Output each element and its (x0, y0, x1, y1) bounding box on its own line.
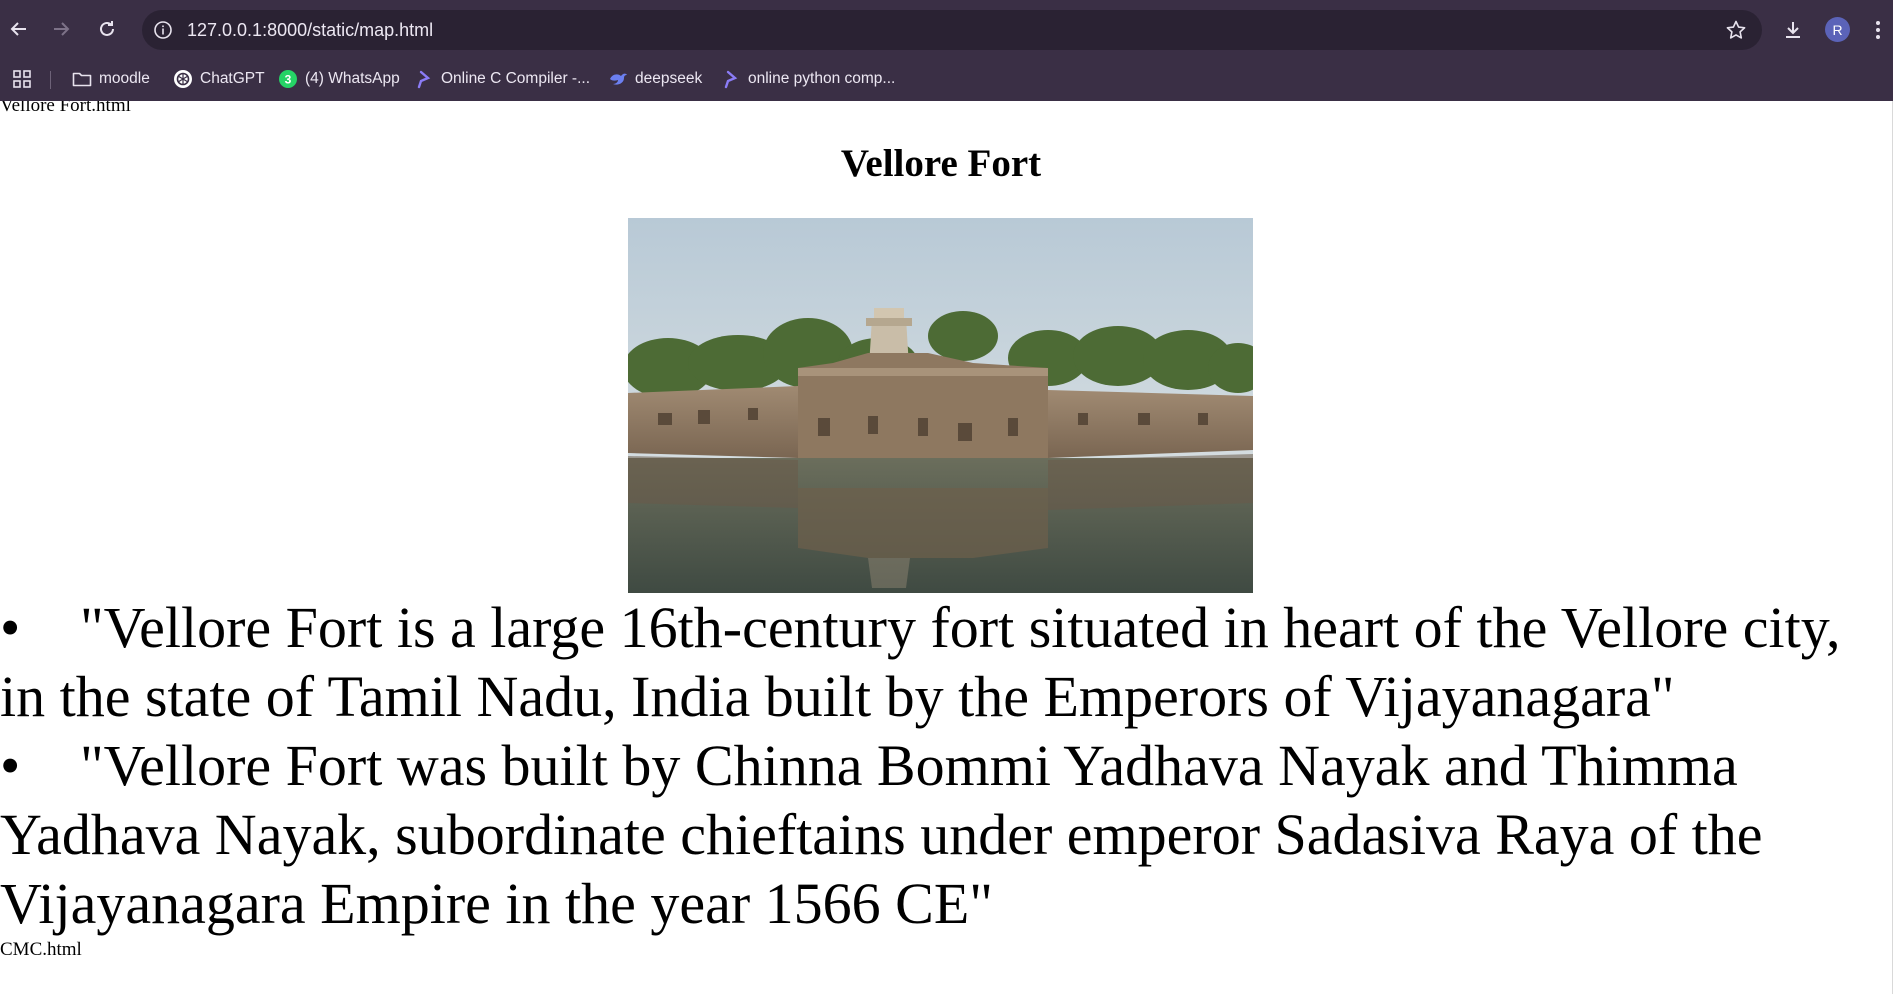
deepseek-icon (608, 69, 628, 89)
bullet-glyph: • (0, 733, 21, 798)
bookmark-label: Online C Compiler -... (441, 70, 591, 87)
bookmarks-divider (50, 71, 51, 89)
fact-text: "Vellore Fort is a large 16th-century fo… (0, 595, 1841, 729)
vellore-fort-link[interactable]: Vellore Fort.html (0, 101, 131, 117)
facts-list: • "Vellore Fort is a large 16th-century f… (0, 593, 1882, 938)
bookmark-online-python-compiler[interactable]: online python comp... (721, 66, 895, 92)
programiz-icon (721, 69, 741, 89)
fact-text: "Vellore Fort was built by Chinna Bommi … (0, 733, 1763, 936)
apps-grid-icon[interactable] (10, 67, 34, 91)
folder-icon (72, 69, 92, 89)
browser-toolbar: 127.0.0.1:8000/static/map.html R (0, 0, 1893, 58)
back-arrow-icon[interactable] (4, 14, 34, 44)
whatsapp-badge: 3 (285, 73, 292, 87)
bookmark-label: deepseek (635, 70, 703, 87)
bookmark-online-c-compiler[interactable]: Online C Compiler -... (414, 66, 590, 92)
cmc-link[interactable]: CMC.html (0, 939, 82, 961)
bookmarks-bar: moodle ChatGPT 3 (4) WhatsApp Online C C… (0, 58, 1893, 101)
bullet-glyph: • (0, 595, 21, 660)
list-item: • "Vellore Fort is a large 16th-century f… (0, 593, 1882, 731)
bookmark-whatsapp[interactable]: 3 (4) WhatsApp (278, 66, 400, 92)
fort-image (628, 218, 1253, 593)
page-title: Vellore Fort (840, 142, 1042, 185)
forward-arrow-icon[interactable] (46, 14, 76, 44)
whatsapp-icon: 3 (278, 69, 298, 89)
browser-chrome: 127.0.0.1:8000/static/map.html R moodle (0, 0, 1893, 101)
kebab-menu-icon[interactable] (1868, 15, 1888, 45)
chatgpt-icon (173, 69, 193, 89)
bookmark-label: ChatGPT (200, 70, 265, 87)
list-item: • "Vellore Fort was built by Chinna Bommi… (0, 731, 1882, 938)
url-text[interactable]: 127.0.0.1:8000/static/map.html (187, 20, 433, 41)
bookmark-deepseek[interactable]: deepseek (608, 66, 702, 92)
page-content: Vellore Fort.html Vellore Fort • "Vellor… (0, 101, 1893, 994)
download-icon[interactable] (1778, 15, 1808, 45)
programiz-icon (414, 69, 434, 89)
bookmark-label: online python comp... (748, 70, 896, 87)
reload-icon[interactable] (92, 14, 122, 44)
star-icon[interactable] (1724, 18, 1748, 42)
bookmark-label: (4) WhatsApp (305, 70, 400, 87)
bookmark-label: moodle (99, 70, 150, 87)
address-bar[interactable]: 127.0.0.1:8000/static/map.html (142, 10, 1762, 50)
bookmark-moodle[interactable]: moodle (72, 66, 150, 92)
info-icon[interactable] (152, 19, 174, 41)
profile-avatar[interactable]: R (1825, 17, 1850, 42)
bookmark-chatgpt[interactable]: ChatGPT (173, 66, 265, 92)
